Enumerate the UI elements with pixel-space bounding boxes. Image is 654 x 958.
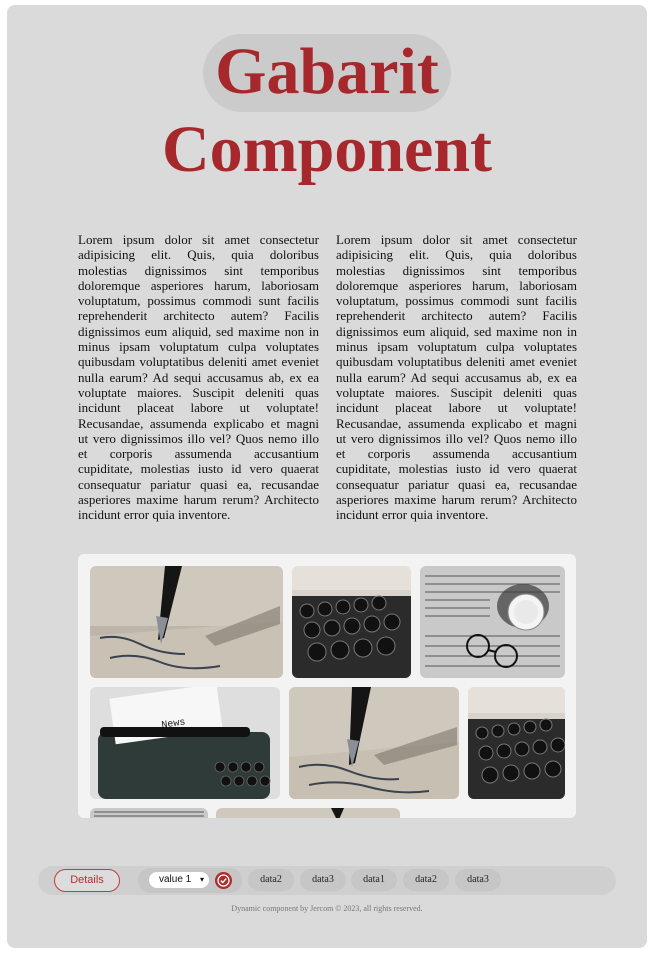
photo-typewriter-news[interactable]: News xyxy=(90,687,280,799)
photo-typewriter-keys[interactable] xyxy=(468,687,565,799)
photo-gallery: News xyxy=(78,554,576,818)
data-chip[interactable]: data2 xyxy=(248,869,294,891)
check-circle-icon[interactable] xyxy=(215,872,232,889)
page-card: Gabarit Component Lorem ipsum dolor sit … xyxy=(7,5,647,948)
text-column-right: Lorem ipsum dolor sit amet consectetur a… xyxy=(336,232,577,523)
data-chip[interactable]: data3 xyxy=(300,869,346,891)
photo-typewriter-keys[interactable] xyxy=(292,566,411,678)
title-pill: Gabarit xyxy=(203,34,451,112)
footer-toolbar: Details value 1 ▾ data2 data3 data1 data… xyxy=(38,866,616,895)
data-chip[interactable]: data2 xyxy=(403,869,449,891)
value-select[interactable]: value 1 ▾ xyxy=(149,872,209,888)
copyright-text: Dynamic component by Jercom © 2023, all … xyxy=(231,904,423,913)
select-group: value 1 ▾ xyxy=(138,868,242,893)
photo-fountain-pen[interactable] xyxy=(289,687,459,799)
select-value: value 1 xyxy=(159,874,192,885)
details-button[interactable]: Details xyxy=(54,869,120,892)
data-chip[interactable]: data3 xyxy=(455,869,501,891)
data-chip[interactable]: data1 xyxy=(351,869,397,891)
text-column-left: Lorem ipsum dolor sit amet consectetur a… xyxy=(78,232,319,523)
photo-newspaper[interactable] xyxy=(90,808,208,818)
title-line-2: Component xyxy=(161,113,493,186)
title-line-1: Gabarit xyxy=(215,35,439,108)
photo-fountain-pen[interactable] xyxy=(216,808,400,818)
photo-fountain-pen[interactable] xyxy=(90,566,283,678)
photo-newspaper-coffee[interactable] xyxy=(420,566,565,678)
chevron-down-icon: ▾ xyxy=(199,875,204,884)
